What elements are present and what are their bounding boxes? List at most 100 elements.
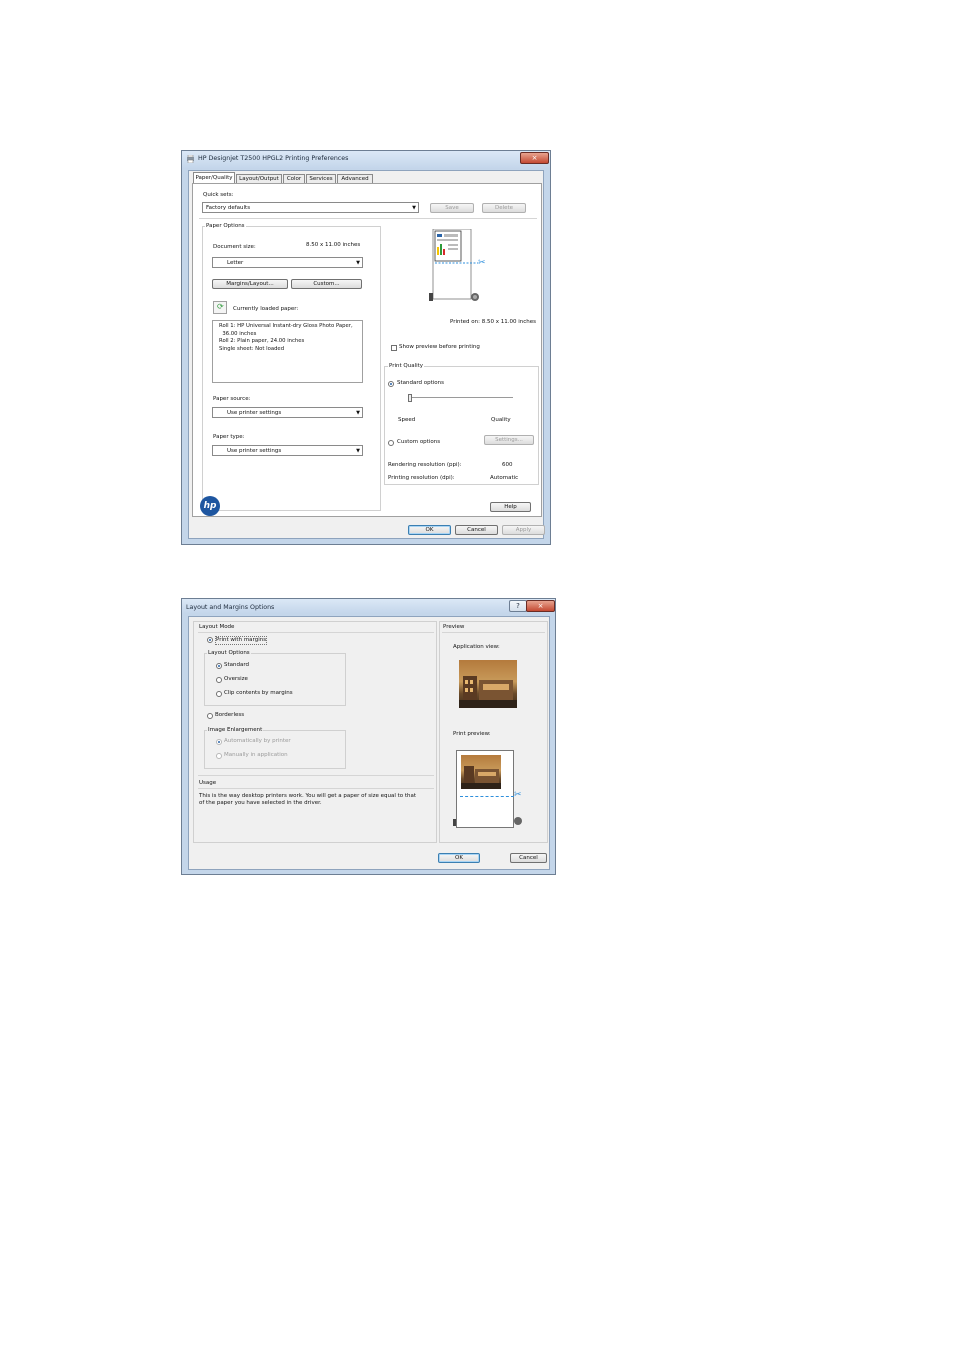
show-preview-checkbox[interactable]	[391, 345, 397, 351]
separator	[198, 775, 434, 776]
help-button[interactable]: ?	[509, 600, 527, 612]
apply-button[interactable]: Apply	[502, 525, 545, 535]
roll-icon	[453, 819, 456, 826]
cancel-button[interactable]: Cancel	[455, 525, 498, 535]
application-view-label: Application view:	[453, 644, 500, 650]
window-title: HP Designjet T2500 HPGL2 Printing Prefer…	[198, 155, 349, 162]
rendering-resolution-value: 600	[502, 462, 513, 468]
paper-options-title: Paper Options	[205, 223, 246, 229]
slider-thumb[interactable]	[408, 394, 412, 402]
printer-icon	[186, 154, 195, 165]
print-with-margins-radio[interactable]	[207, 637, 213, 643]
standard-label: Standard	[224, 662, 250, 668]
clip-contents-label: Clip contents by margins	[224, 690, 293, 696]
standard-options-radio[interactable]	[388, 381, 394, 387]
separator	[198, 632, 434, 633]
quick-sets-value: Factory defaults	[206, 205, 251, 211]
settings-button[interactable]: Settings...	[484, 435, 534, 445]
show-preview-label: Show preview before printing	[399, 344, 480, 350]
tab-panel: Quick sets: Factory defaults ▼ Save Dele…	[192, 183, 542, 517]
save-button[interactable]: Save	[430, 203, 474, 213]
clip-contents-radio[interactable]	[216, 691, 222, 697]
close-button[interactable]: ×	[526, 600, 555, 612]
rendering-resolution-label: Rendering resolution (ppi):	[388, 462, 462, 468]
tab-paper-quality[interactable]: Paper/Quality	[193, 172, 235, 183]
borderless-label: Borderless	[215, 712, 245, 718]
standard-radio[interactable]	[216, 663, 222, 669]
document-size-selected: Letter	[227, 260, 244, 266]
loaded-paper-line: Roll 2: Plain paper, 24.00 inches	[219, 338, 305, 344]
dropdown-arrow-icon: ▼	[412, 205, 416, 211]
layout-options-group: Layout Options Standard Oversize Clip co…	[204, 650, 346, 706]
layout-mode-title: Layout Mode	[199, 624, 235, 630]
manually-in-app-radio[interactable]	[216, 753, 222, 759]
ok-button[interactable]: OK	[408, 525, 451, 535]
printing-preferences-window: HP Designjet T2500 HPGL2 Printing Prefer…	[181, 150, 551, 545]
auto-by-printer-radio[interactable]	[216, 739, 222, 745]
print-quality-group: Print Quality Standard options Speed Qua…	[384, 363, 539, 485]
roll-icon	[514, 817, 522, 825]
quick-sets-select[interactable]: Factory defaults ▼	[202, 202, 419, 213]
layout-mode-pane: Layout Mode Print with margins Layout Op…	[193, 621, 437, 843]
manually-in-app-label: Manually in application	[224, 752, 288, 758]
paper-type-label: Paper type:	[213, 434, 245, 440]
separator	[442, 632, 545, 633]
tab-services[interactable]: Services	[306, 174, 336, 183]
close-button[interactable]: ×	[520, 152, 549, 164]
slider-track	[408, 397, 513, 398]
custom-size-button[interactable]: Custom...	[291, 279, 362, 289]
usage-text: This is the way desktop printers work. Y…	[199, 793, 417, 799]
margins-layout-button[interactable]: Margins/Layout...	[212, 279, 288, 289]
cut-line	[460, 796, 514, 797]
oversize-radio[interactable]	[216, 677, 222, 683]
usage-title: Usage	[199, 780, 217, 786]
print-preview-label: Print preview:	[453, 731, 491, 737]
document-size-select[interactable]: Letter ▼	[212, 257, 363, 268]
image-enlargement-title: Image Enlargement	[207, 727, 264, 733]
scissors-icon: ✂	[478, 258, 486, 268]
currently-loaded-paper-label: Currently loaded paper:	[233, 306, 299, 312]
loaded-paper-list: Roll 1: HP Universal Instant-dry Gloss P…	[212, 320, 363, 383]
oversize-label: Oversize	[224, 676, 248, 682]
tab-advanced[interactable]: Advanced	[337, 174, 373, 183]
quality-slider[interactable]	[408, 394, 513, 402]
dropdown-arrow-icon: ▼	[356, 260, 360, 266]
quick-sets-label: Quick sets:	[203, 192, 234, 198]
custom-options-radio[interactable]	[388, 440, 394, 446]
printed-on-label: Printed on: 8.50 x 11.00 inches	[450, 319, 536, 325]
paper-source-label: Paper source:	[213, 396, 251, 402]
print-preview-image	[461, 755, 501, 789]
print-quality-title: Print Quality	[388, 363, 425, 369]
standard-options-label: Standard options	[397, 380, 445, 386]
refresh-button[interactable]: ⟳	[213, 301, 227, 314]
dialog-client: Layout Mode Print with margins Layout Op…	[188, 616, 550, 870]
titlebar[interactable]: HP Designjet T2500 HPGL2 Printing Prefer…	[182, 151, 550, 169]
paper-source-select[interactable]: Use printer settings ▼	[212, 407, 363, 418]
loaded-paper-line: Roll 1: HP Universal Instant-dry Gloss P…	[219, 323, 353, 329]
document-size-label: Document size:	[213, 244, 256, 250]
ok-button[interactable]: OK	[438, 853, 480, 863]
paper-type-select[interactable]: Use printer settings ▼	[212, 445, 363, 456]
delete-button[interactable]: Delete	[482, 203, 526, 213]
preview-title: Preview	[443, 624, 465, 630]
quality-label: Quality	[491, 417, 511, 423]
cancel-button[interactable]: Cancel	[510, 853, 547, 863]
application-view-image	[459, 660, 517, 708]
printing-resolution-value: Automatic	[490, 475, 519, 481]
titlebar[interactable]: Layout and Margins Options ? ×	[182, 599, 555, 614]
hp-logo-text: hp	[203, 501, 217, 511]
borderless-radio[interactable]	[207, 713, 213, 719]
scissors-icon: ✂	[514, 790, 522, 800]
layout-margins-window: Layout and Margins Options ? × Layout Mo…	[181, 598, 556, 875]
tab-color[interactable]: Color	[283, 174, 305, 183]
auto-by-printer-label: Automatically by printer	[224, 738, 291, 744]
document-size-value: 8.50 x 11.00 inches	[306, 242, 361, 248]
help-button[interactable]: Help	[490, 502, 531, 512]
dropdown-arrow-icon: ▼	[356, 410, 360, 416]
speed-label: Speed	[398, 417, 416, 423]
paper-type-value: Use printer settings	[227, 448, 282, 454]
dropdown-arrow-icon: ▼	[356, 448, 360, 454]
tab-layout-output[interactable]: Layout/Output	[236, 174, 282, 183]
hp-logo: hp	[200, 496, 220, 516]
paper-source-value: Use printer settings	[227, 410, 282, 416]
